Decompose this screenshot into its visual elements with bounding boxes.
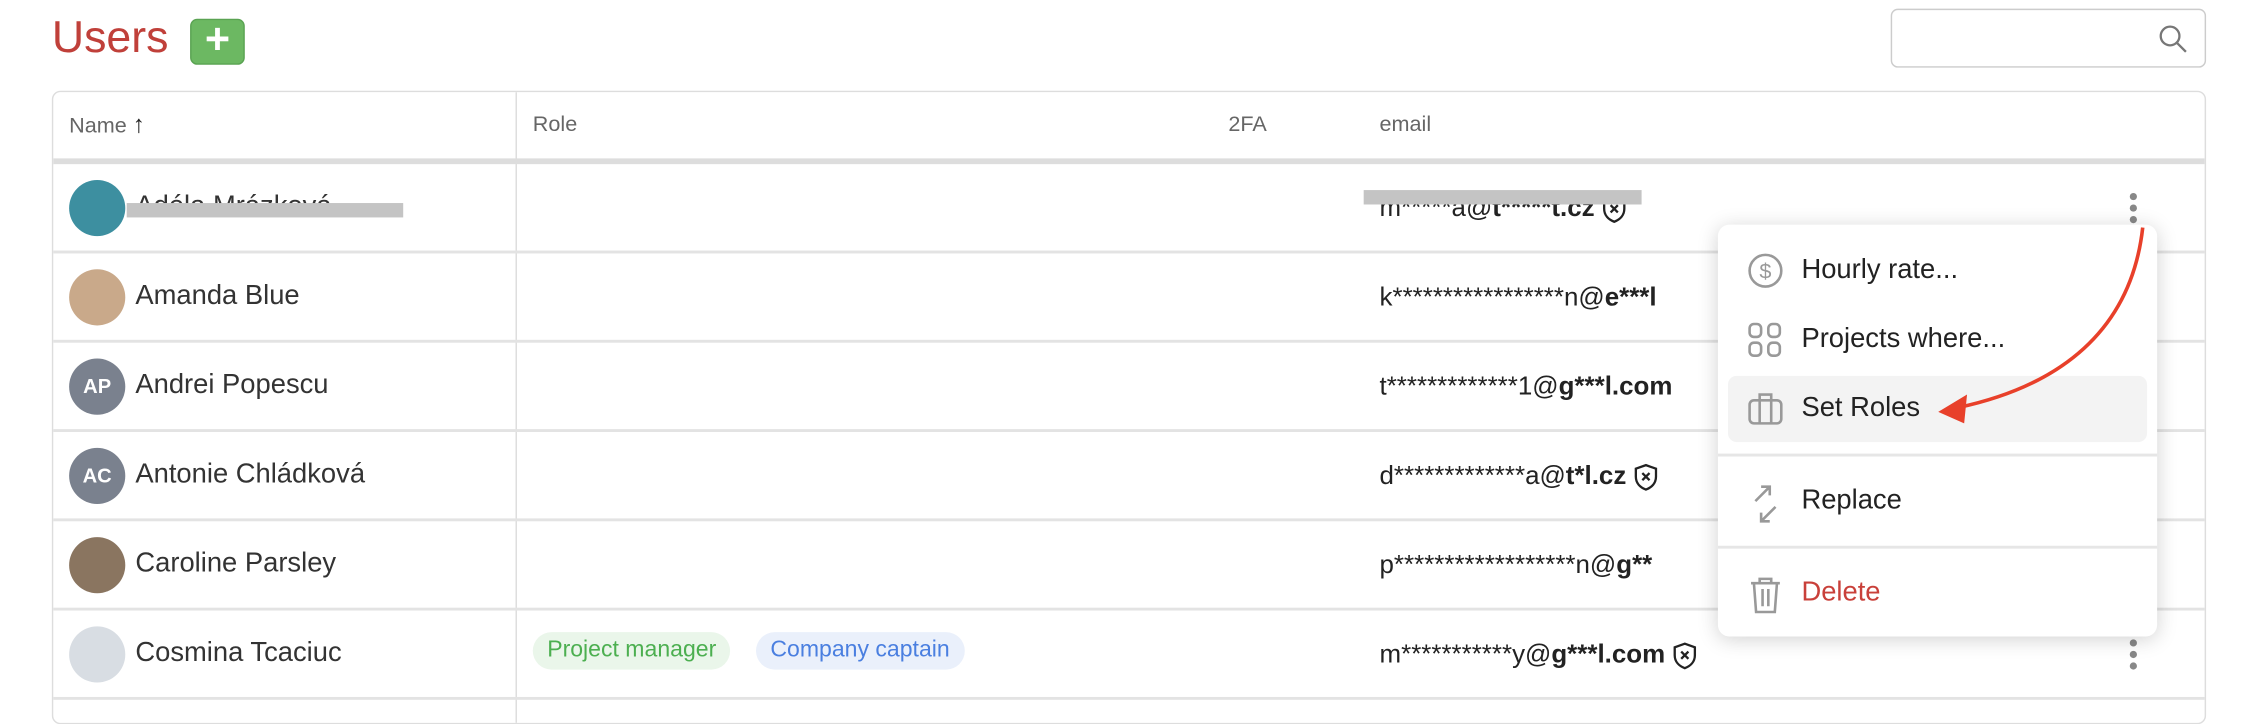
name-header-label: Name xyxy=(69,113,127,139)
role-tag: Company captain xyxy=(756,632,965,670)
2fa-shield-icon xyxy=(1635,463,1658,491)
email-domain: e***l xyxy=(1604,282,1657,312)
menu-item-label: Replace xyxy=(1801,485,1902,516)
user-email: t*************1@g***l.com xyxy=(1380,343,1673,429)
role-tag: Project manager xyxy=(532,632,731,670)
column-header-2fa[interactable]: 2FA xyxy=(1228,92,1266,160)
svg-text:$: $ xyxy=(1759,259,1771,284)
menu-item-set-roles[interactable]: Set Roles xyxy=(1728,375,2148,443)
avatar xyxy=(69,180,126,237)
search-icon xyxy=(2159,25,2187,53)
email-local: p******************n@ xyxy=(1379,550,1617,579)
sort-ascending-icon: ↑ xyxy=(132,110,145,139)
avatar xyxy=(69,626,126,683)
grid-icon xyxy=(1748,322,1782,357)
email-domain: g***l.com xyxy=(1558,371,1673,401)
more-options-icon[interactable] xyxy=(2129,192,2139,228)
briefcase-icon xyxy=(1748,393,1783,425)
avatar xyxy=(69,269,126,326)
avatar: AP xyxy=(69,358,126,415)
column-header-name[interactable]: Name ↑ xyxy=(69,92,145,160)
dollar-circle-icon: $ xyxy=(1748,253,1783,288)
more-options-icon[interactable] xyxy=(2129,639,2139,674)
2fa-shield-icon xyxy=(1674,642,1697,670)
email-local: t*************1@ xyxy=(1379,371,1559,401)
email-domain: g***l.com xyxy=(1551,639,1666,669)
add-user-button[interactable]: + xyxy=(190,18,245,65)
menu-item-label: Set Roles xyxy=(1801,393,1921,424)
menu-item-label: Hourly rate... xyxy=(1801,254,1959,286)
user-name[interactable]: Amanda Blue xyxy=(135,253,299,339)
user-email: m*****a@t*****t.cz xyxy=(1380,164,1627,250)
menu-item-label: Projects where... xyxy=(1801,324,2006,355)
swap-arrows-icon xyxy=(1754,485,1777,523)
user-name[interactable]: Caroline Parsley xyxy=(135,521,336,607)
menu-item-delete[interactable]: Delete xyxy=(1718,560,2157,626)
avatar xyxy=(69,537,126,594)
redaction-bar xyxy=(126,203,404,218)
user-email: p******************n@g** xyxy=(1380,521,1653,607)
user-name[interactable]: Cosmina Tcaciuc xyxy=(135,611,341,697)
email-domain: g** xyxy=(1616,550,1653,579)
email-local: m***********y@ xyxy=(1379,639,1552,669)
menu-divider xyxy=(1717,453,2158,457)
trash-icon xyxy=(1751,577,1780,614)
email-local: d*************a@ xyxy=(1379,460,1566,490)
user-email: k*****************n@e***l xyxy=(1380,253,1657,339)
email-local: k*****************n@ xyxy=(1379,282,1605,312)
search-input[interactable] xyxy=(1890,8,2207,68)
avatar: AC xyxy=(69,447,126,505)
user-email: d*************a@t*l.cz xyxy=(1380,432,1658,518)
column-header-role[interactable]: Role xyxy=(533,92,577,160)
menu-item-label: Delete xyxy=(1801,577,1881,608)
email-domain: t*l.cz xyxy=(1565,460,1627,490)
user-email: m***********y@g***l.com xyxy=(1380,611,1697,697)
menu-divider xyxy=(1717,545,2158,549)
menu-item-projects-where[interactable]: Projects where... xyxy=(1718,307,2157,373)
redaction-bar xyxy=(1363,190,1642,205)
column-header-email[interactable]: email xyxy=(1380,92,1432,160)
user-name[interactable]: Antonie Chládková xyxy=(135,432,365,518)
user-name[interactable]: Andrei Popescu xyxy=(135,343,328,429)
row-actions-menu: $ Hourly rate... Projects where... Set R… xyxy=(1717,224,2158,637)
menu-item-hourly-rate[interactable]: $ Hourly rate... xyxy=(1718,238,2157,304)
page-title: Users xyxy=(51,11,169,62)
menu-item-replace[interactable]: Replace xyxy=(1718,468,2157,534)
